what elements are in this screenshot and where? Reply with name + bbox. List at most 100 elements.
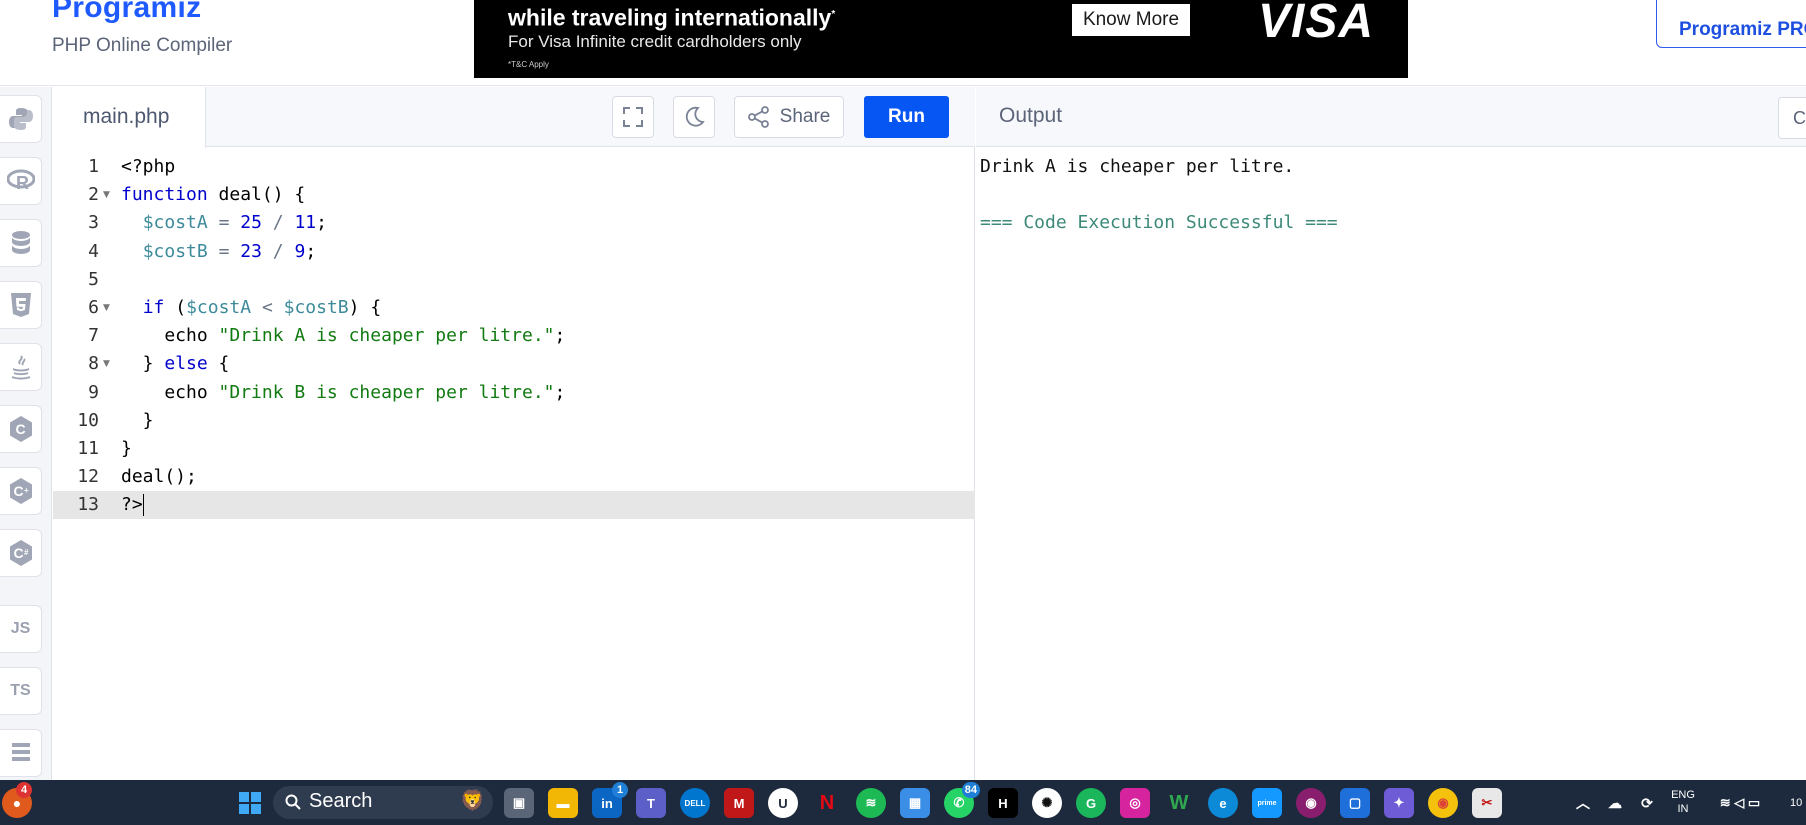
code-line[interactable]: 7 echo "Drink A is cheaper per litre."; bbox=[53, 322, 975, 350]
clock[interactable]: 10 bbox=[1790, 796, 1806, 810]
sidebar-item-ts[interactable]: TS bbox=[0, 667, 42, 715]
sidebar-item-html[interactable] bbox=[0, 281, 42, 329]
code-editor[interactable]: 1 <?php 2 ▼ function deal() {3 $costA = 25 /… bbox=[53, 148, 975, 780]
sidebar-item-cpp[interactable]: C + bbox=[0, 467, 42, 515]
fold-arrow-icon[interactable]: ▼ bbox=[103, 181, 110, 209]
whatsapp-badge: 84 bbox=[961, 782, 980, 798]
code-line[interactable]: 1 <?php bbox=[53, 153, 975, 181]
taskbar-search[interactable]: Search 🦁 bbox=[273, 786, 493, 819]
line-number: 8 bbox=[88, 353, 99, 375]
sync-button[interactable]: ⟳ bbox=[1632, 788, 1662, 818]
task-view-button[interactable]: ▣ bbox=[504, 788, 534, 818]
ad-banner[interactable]: while traveling internationally* For Vis… bbox=[474, 0, 1408, 78]
linkedin-icon: in bbox=[601, 795, 613, 811]
code-line[interactable]: 4 $costB = 23 / 9; bbox=[53, 238, 975, 266]
brand[interactable]: Programiz PHP Online Compiler bbox=[52, 0, 232, 57]
fold-arrow-icon[interactable]: ▼ bbox=[103, 350, 110, 378]
snipping-tool-button[interactable]: ✂ bbox=[1472, 788, 1502, 818]
fullscreen-button[interactable] bbox=[612, 96, 654, 138]
network-volume-battery[interactable]: ≋ ◁ ▭ bbox=[1712, 788, 1768, 818]
line-number: 4 bbox=[88, 240, 99, 262]
share-button[interactable]: Share bbox=[734, 96, 844, 138]
netflix-button[interactable]: N bbox=[812, 788, 842, 818]
line-number: 6 bbox=[88, 297, 99, 318]
u-app-button[interactable]: U bbox=[768, 788, 798, 818]
linkedin-badge: 1 bbox=[612, 782, 628, 798]
mcafee-icon: M bbox=[733, 795, 745, 811]
language-sidebar: R C C + C # JS TS bbox=[0, 87, 52, 780]
language-indicator[interactable]: ENG IN bbox=[1664, 788, 1702, 816]
chrome-button[interactable]: ◉ bbox=[1428, 788, 1458, 818]
ad-know-more-button[interactable]: Know More bbox=[1072, 4, 1190, 36]
instagram-icon: ◎ bbox=[1129, 795, 1141, 810]
line-number: 10 bbox=[77, 409, 99, 431]
line-number: 1 bbox=[88, 156, 99, 177]
tab-main-php[interactable]: main.php bbox=[53, 87, 206, 148]
code-text: ?> bbox=[121, 494, 144, 517]
output-pane: Output Clear Drink A is cheaper per litr… bbox=[976, 87, 1806, 780]
brand-logo[interactable]: Programiz bbox=[52, 0, 232, 23]
sidebar-item-python[interactable] bbox=[0, 95, 42, 143]
sidebar-item-js[interactable]: JS bbox=[0, 605, 42, 653]
sidebar-item-java[interactable] bbox=[0, 343, 42, 391]
grammarly-icon: G bbox=[1085, 795, 1097, 811]
share-label: Share bbox=[779, 106, 831, 127]
editor-toolbar: main.php Share Run bbox=[53, 87, 975, 148]
w-app-button[interactable]: W bbox=[1164, 788, 1194, 818]
code-line[interactable]: 13 ?> bbox=[53, 491, 975, 520]
code-line[interactable]: 11} bbox=[53, 435, 975, 463]
store-button[interactable]: ▦ bbox=[900, 788, 930, 818]
programiz-pro-button[interactable]: Programiz PRO bbox=[1656, 0, 1806, 48]
hevy-button[interactable]: H bbox=[988, 788, 1018, 818]
sidebar-item-sql[interactable] bbox=[0, 219, 42, 267]
window-app-button[interactable]: ▢ bbox=[1340, 788, 1370, 818]
instagram-button[interactable]: ◎ bbox=[1120, 788, 1150, 818]
teams-button[interactable]: T bbox=[636, 788, 666, 818]
code-line[interactable]: 3 $costA = 25 / 11; bbox=[53, 209, 975, 237]
start-button[interactable] bbox=[235, 788, 265, 818]
sidebar-item-go[interactable] bbox=[0, 729, 42, 777]
prime-video-button[interactable]: prime bbox=[1252, 788, 1282, 818]
grammarly-button[interactable]: G bbox=[1076, 788, 1106, 818]
output-console[interactable]: Drink A is cheaper per litre. === Code Ex… bbox=[976, 148, 1806, 780]
code-line[interactable]: 12 deal(); bbox=[53, 463, 975, 491]
copilot-button[interactable]: ✦ bbox=[1384, 788, 1414, 818]
code-line[interactable]: 2 ▼ function deal() { bbox=[53, 181, 975, 209]
python-icon bbox=[8, 108, 33, 130]
share-icon bbox=[747, 106, 769, 128]
clear-button[interactable]: Clear bbox=[1778, 97, 1806, 139]
snip-icon: ✂ bbox=[1481, 795, 1493, 810]
sidebar-item-csharp[interactable]: C # bbox=[0, 529, 42, 577]
wifi-volume-battery-icon: ≋ ◁ ▭ bbox=[1719, 795, 1761, 810]
search-icon bbox=[285, 794, 301, 810]
code-text: echo "Drink B is cheaper per litre."; bbox=[121, 381, 566, 403]
code-line[interactable]: 8 ▼ } else { bbox=[53, 350, 975, 378]
code-line[interactable]: 10 } bbox=[53, 407, 975, 435]
sidebar-item-c[interactable]: C bbox=[0, 405, 42, 453]
sidebar-item-r[interactable]: R bbox=[0, 157, 42, 205]
code-text: deal(); bbox=[121, 466, 197, 488]
fold-arrow-icon[interactable]: ▼ bbox=[103, 294, 110, 322]
js-icon: JS bbox=[10, 620, 31, 637]
code-line[interactable]: 6 ▼ if ($costA < $costB) { bbox=[53, 294, 975, 322]
edge-button[interactable]: e bbox=[1208, 788, 1238, 818]
chatgpt-button[interactable]: ✺ bbox=[1032, 788, 1062, 818]
show-hidden-icons-button[interactable]: ︿ bbox=[1568, 788, 1598, 818]
dark-mode-button[interactable] bbox=[673, 96, 715, 138]
file-explorer-button[interactable]: ▬ bbox=[548, 788, 578, 818]
run-button[interactable]: Run bbox=[864, 96, 949, 138]
code-line[interactable]: 5 bbox=[53, 266, 975, 294]
language-label: ENG bbox=[1671, 789, 1695, 801]
notification-button[interactable]: ● 4 bbox=[2, 782, 32, 818]
code-line[interactable]: 9 echo "Drink B is cheaper per litre."; bbox=[53, 379, 975, 407]
search-highlight-icon: 🦁 bbox=[460, 790, 485, 812]
record-icon: ◉ bbox=[1305, 795, 1317, 810]
dell-button[interactable]: DELL bbox=[680, 788, 710, 818]
linkedin-button[interactable]: in 1 bbox=[592, 782, 628, 818]
record-app-button[interactable]: ◉ bbox=[1296, 788, 1326, 818]
spotify-button[interactable]: ≋ bbox=[856, 788, 886, 818]
onedrive-button[interactable]: ☁ bbox=[1600, 788, 1630, 818]
r-icon: R bbox=[6, 169, 35, 193]
whatsapp-button[interactable]: ✆ 84 bbox=[944, 782, 980, 818]
mcafee-button[interactable]: M bbox=[724, 788, 754, 818]
